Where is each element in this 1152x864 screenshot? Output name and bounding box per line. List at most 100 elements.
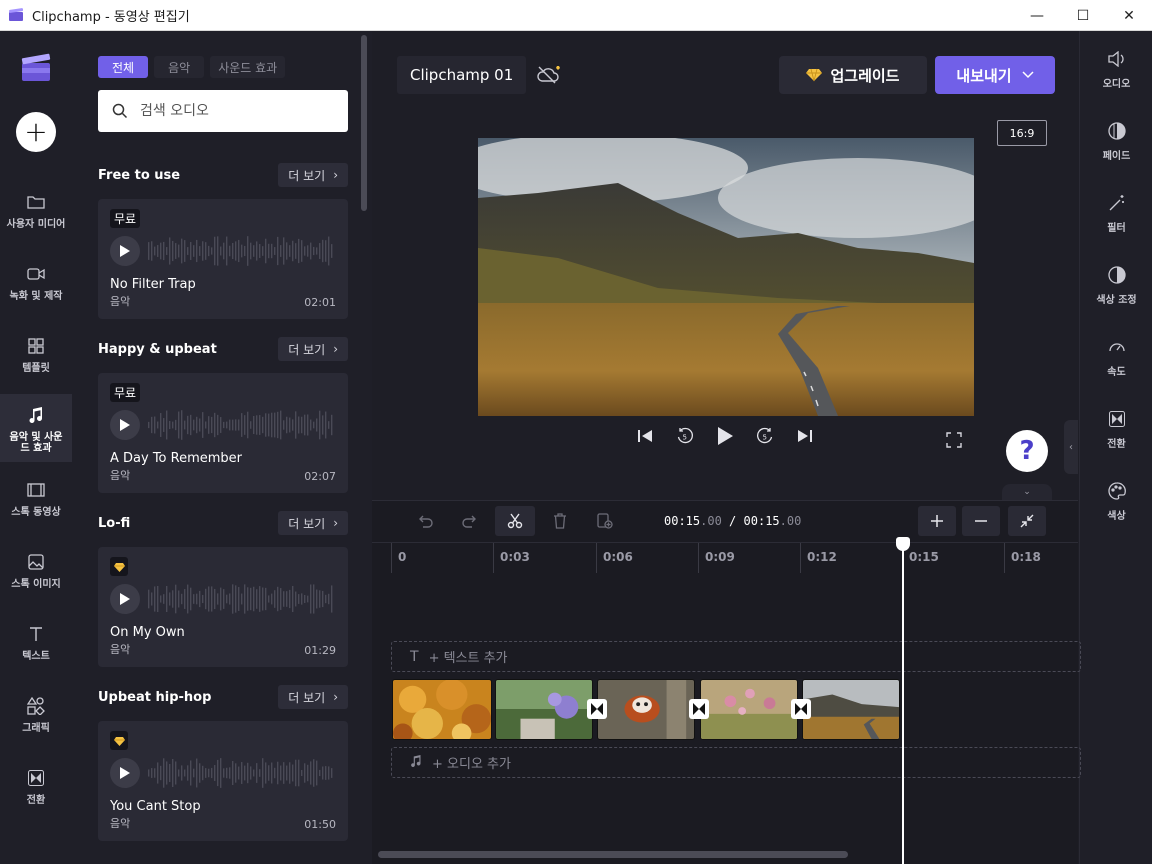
transition-marker[interactable] [587,699,607,719]
tab-all[interactable]: 전체 [98,56,149,78]
playhead-handle[interactable] [896,537,910,551]
collapse-properties-button[interactable]: ‹ [1064,420,1078,474]
nav-item-transitions[interactable]: 전환 [0,767,72,817]
waveform-bar [196,416,198,434]
skip-to-end-button[interactable] [796,427,814,445]
fullscreen-icon[interactable] [946,432,962,448]
video-clip[interactable] [802,679,900,740]
play-button[interactable] [110,236,140,266]
redo-button[interactable] [450,506,490,536]
chevron-right-icon: › [333,516,338,530]
audio-track-dropzone[interactable]: + 오디오 추가 [391,747,1081,778]
waveform-bar [232,242,234,260]
video-clip[interactable] [597,679,695,740]
waveform-bar [214,412,216,438]
video-clip[interactable] [495,679,593,740]
search-audio-input[interactable] [140,103,330,119]
see-more-button[interactable]: 더 보기 › [278,685,348,709]
see-more-button[interactable]: 더 보기 › [278,163,348,187]
minimize-button[interactable]: — [1014,0,1060,31]
audio-card[interactable]: 무료 No Filter Trap 음악 02:01 [98,199,348,319]
tab-sound-effects[interactable]: 사운드 효과 [210,56,286,78]
transition-marker[interactable] [791,699,811,719]
track-name: On My Own [110,625,185,640]
redo-icon [462,515,476,528]
audio-card[interactable]: You Cant Stop 음악 01:50 [98,721,348,841]
ruler-tick: 0:18 [1004,543,1041,573]
delete-button[interactable] [540,506,580,536]
nav-item-record-create[interactable]: 녹화 및 제작 [0,263,72,313]
rail-item-adjust-colors[interactable]: 색상 조정 [1080,265,1152,306]
waveform-bar [316,247,318,255]
zoom-in-button[interactable] [918,506,956,536]
properties-rail: 오디오 페이드 필터 색상 조정 속도 전환 색상 [1079,31,1152,864]
collapse-arrows-icon [1020,514,1034,528]
see-more-button[interactable]: 더 보기 › [278,511,348,535]
nav-item-templates[interactable]: 템플릿 [0,335,72,385]
rail-item-color[interactable]: 색상 [1080,481,1152,522]
panel-scrollbar[interactable] [361,35,367,211]
close-button[interactable]: ✕ [1106,0,1152,31]
waveform-bar [310,584,312,614]
zoom-out-button[interactable] [962,506,1000,536]
waveform-bar [295,411,297,439]
play-button[interactable] [110,758,140,788]
playhead[interactable] [902,539,904,864]
create-new-button[interactable]: + [16,112,56,152]
see-more-button[interactable]: 더 보기 › [278,337,348,361]
timeline-ruler[interactable]: 0 0:03 0:06 0:09 0:12 0:15 0:18 [372,542,1078,573]
nav-item-stock-video[interactable]: 스톡 동영상 [0,479,72,529]
video-clip[interactable] [700,679,798,740]
track-duration: 01:50 [304,818,336,831]
waveform-bar [199,418,201,432]
rewind-5s-button[interactable]: 5 [676,427,694,445]
waveform-bar [265,238,267,264]
undo-button[interactable] [405,506,445,536]
export-button[interactable]: 내보내기 [935,56,1055,94]
nav-item-music-sound-effects[interactable]: 음악 및 사운드 효과 [0,394,72,462]
premium-gem-icon [113,736,125,746]
timeline-scrollbar[interactable] [378,851,848,858]
forward-5s-button[interactable]: 5 [756,427,774,445]
nav-item-stock-images[interactable]: 스톡 이미지 [0,551,72,601]
tab-music[interactable]: 음악 [154,56,205,78]
waveform-bar [280,245,282,257]
waveform-bar [226,767,228,779]
audio-card[interactable]: 무료 A Day To Remember 음악 02:07 [98,373,348,493]
maximize-button[interactable]: ☐ [1060,0,1106,31]
audio-card[interactable]: On My Own 음악 01:29 [98,547,348,667]
help-button[interactable]: ? [1006,430,1048,472]
rail-item-audio[interactable]: 오디오 [1080,49,1152,90]
waveform-bar [199,246,201,256]
add-to-timeline-button[interactable] [585,506,625,536]
rail-item-speed[interactable]: 속도 [1080,337,1152,378]
skip-to-start-button[interactable] [636,427,654,445]
waveform-bar [295,759,297,787]
transition-marker[interactable] [689,699,709,719]
waveform-bar [175,761,177,785]
plus-icon [931,515,943,527]
ruler-tick: 0:03 [493,543,530,573]
collapse-timeline-button[interactable]: ⌄ [1002,484,1052,500]
play-pause-button[interactable] [716,427,734,445]
play-button[interactable] [110,584,140,614]
waveform-bar [166,761,168,785]
split-button[interactable] [495,506,535,536]
aspect-ratio-button[interactable]: 16:9 [997,120,1047,146]
nav-item-graphics[interactable]: 그래픽 [0,695,72,745]
project-name[interactable]: Clipchamp 01 [397,56,527,94]
rail-item-filters[interactable]: 필터 [1080,193,1152,234]
video-clip[interactable] [392,679,492,740]
nav-item-text[interactable]: 텍스트 [0,623,72,673]
waveform-bar [181,593,183,605]
waveform-bar [313,759,315,787]
rail-item-transition[interactable]: 전환 [1080,409,1152,450]
fit-timeline-button[interactable] [1008,506,1046,536]
rail-item-fade[interactable]: 페이드 [1080,121,1152,162]
text-icon [25,623,47,645]
upgrade-button[interactable]: 업그레이드 [779,56,927,94]
nav-item-your-media[interactable]: 사용자 미디어 [0,191,72,241]
text-track-dropzone[interactable]: T + 텍스트 추가 [391,641,1081,672]
play-button[interactable] [110,410,140,440]
see-more-label: 더 보기 [288,690,326,705]
